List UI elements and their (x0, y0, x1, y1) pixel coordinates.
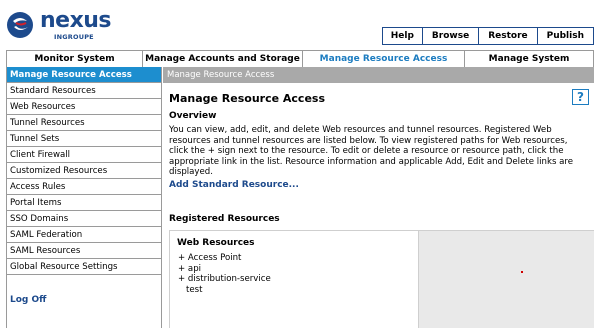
resource-tree: + Access Point + api + distribution-serv… (178, 253, 271, 295)
sidebar: Manage Resource Access Standard Resource… (6, 67, 162, 328)
nexus-logo[interactable]: nexus INGROUPE (6, 8, 126, 43)
logo-subtext: INGROUPE (54, 33, 94, 41)
sidebar-item-standard-resources[interactable]: Standard Resources (7, 83, 161, 99)
header: nexus INGROUPE Help Browse Restore Publi… (0, 0, 600, 50)
add-standard-resource-link[interactable]: Add Standard Resource... (169, 180, 299, 190)
main-content: Manage Resource Access Manage Resource A… (163, 67, 594, 328)
sidebar-item-saml-resources[interactable]: SAML Resources (7, 243, 161, 259)
tab-monitor-system[interactable]: Monitor System (7, 51, 143, 67)
publish-button[interactable]: Publish (536, 28, 593, 44)
resource-item-access-point[interactable]: + Access Point (178, 253, 271, 264)
overview-heading: Overview (169, 111, 217, 121)
registered-resources-heading: Registered Resources (169, 214, 280, 224)
resource-tree-panel: Web Resources + Access Point + api + dis… (169, 230, 419, 328)
help-button[interactable]: Help (382, 28, 422, 44)
resource-item-distribution-service[interactable]: + distribution-service (178, 274, 271, 285)
breadcrumb: Manage Resource Access (163, 67, 594, 83)
nexus-logo-icon (7, 12, 33, 38)
sidebar-item-sso-domains[interactable]: SSO Domains (7, 211, 161, 227)
logo-text: nexus (40, 8, 112, 33)
tab-manage-resource-access[interactable]: Manage Resource Access (303, 51, 465, 67)
tab-manage-accounts-storage[interactable]: Manage Accounts and Storage (143, 51, 303, 67)
sidebar-item-global-resource-settings[interactable]: Global Resource Settings (7, 259, 161, 275)
sidebar-item-manage-resource-access[interactable]: Manage Resource Access (7, 67, 161, 83)
sidebar-item-tunnel-resources[interactable]: Tunnel Resources (7, 115, 161, 131)
status-dot (521, 271, 523, 273)
web-resources-heading: Web Resources (177, 238, 255, 248)
sidebar-item-tunnel-sets[interactable]: Tunnel Sets (7, 131, 161, 147)
sidebar-item-customized-resources[interactable]: Customized Resources (7, 163, 161, 179)
browse-button[interactable]: Browse (421, 28, 479, 44)
sidebar-item-saml-federation[interactable]: SAML Federation (7, 227, 161, 243)
page-title: Manage Resource Access (169, 92, 325, 105)
tab-manage-system[interactable]: Manage System (465, 51, 593, 67)
restore-button[interactable]: Restore (478, 28, 537, 44)
log-off-link[interactable]: Log Off (10, 295, 46, 305)
resource-item-test[interactable]: test (178, 285, 271, 296)
sidebar-item-web-resources[interactable]: Web Resources (7, 99, 161, 115)
resource-detail-panel (419, 230, 594, 328)
sidebar-item-client-firewall[interactable]: Client Firewall (7, 147, 161, 163)
main-nav-tabs: Monitor System Manage Accounts and Stora… (6, 50, 594, 67)
overview-text: You can view, add, edit, and delete Web … (169, 125, 574, 178)
help-icon[interactable]: ? (572, 89, 589, 105)
sidebar-item-access-rules[interactable]: Access Rules (7, 179, 161, 195)
sidebar-item-portal-items[interactable]: Portal Items (7, 195, 161, 211)
top-button-group: Help Browse Restore Publish (381, 27, 594, 45)
resource-item-api[interactable]: + api (178, 264, 271, 275)
